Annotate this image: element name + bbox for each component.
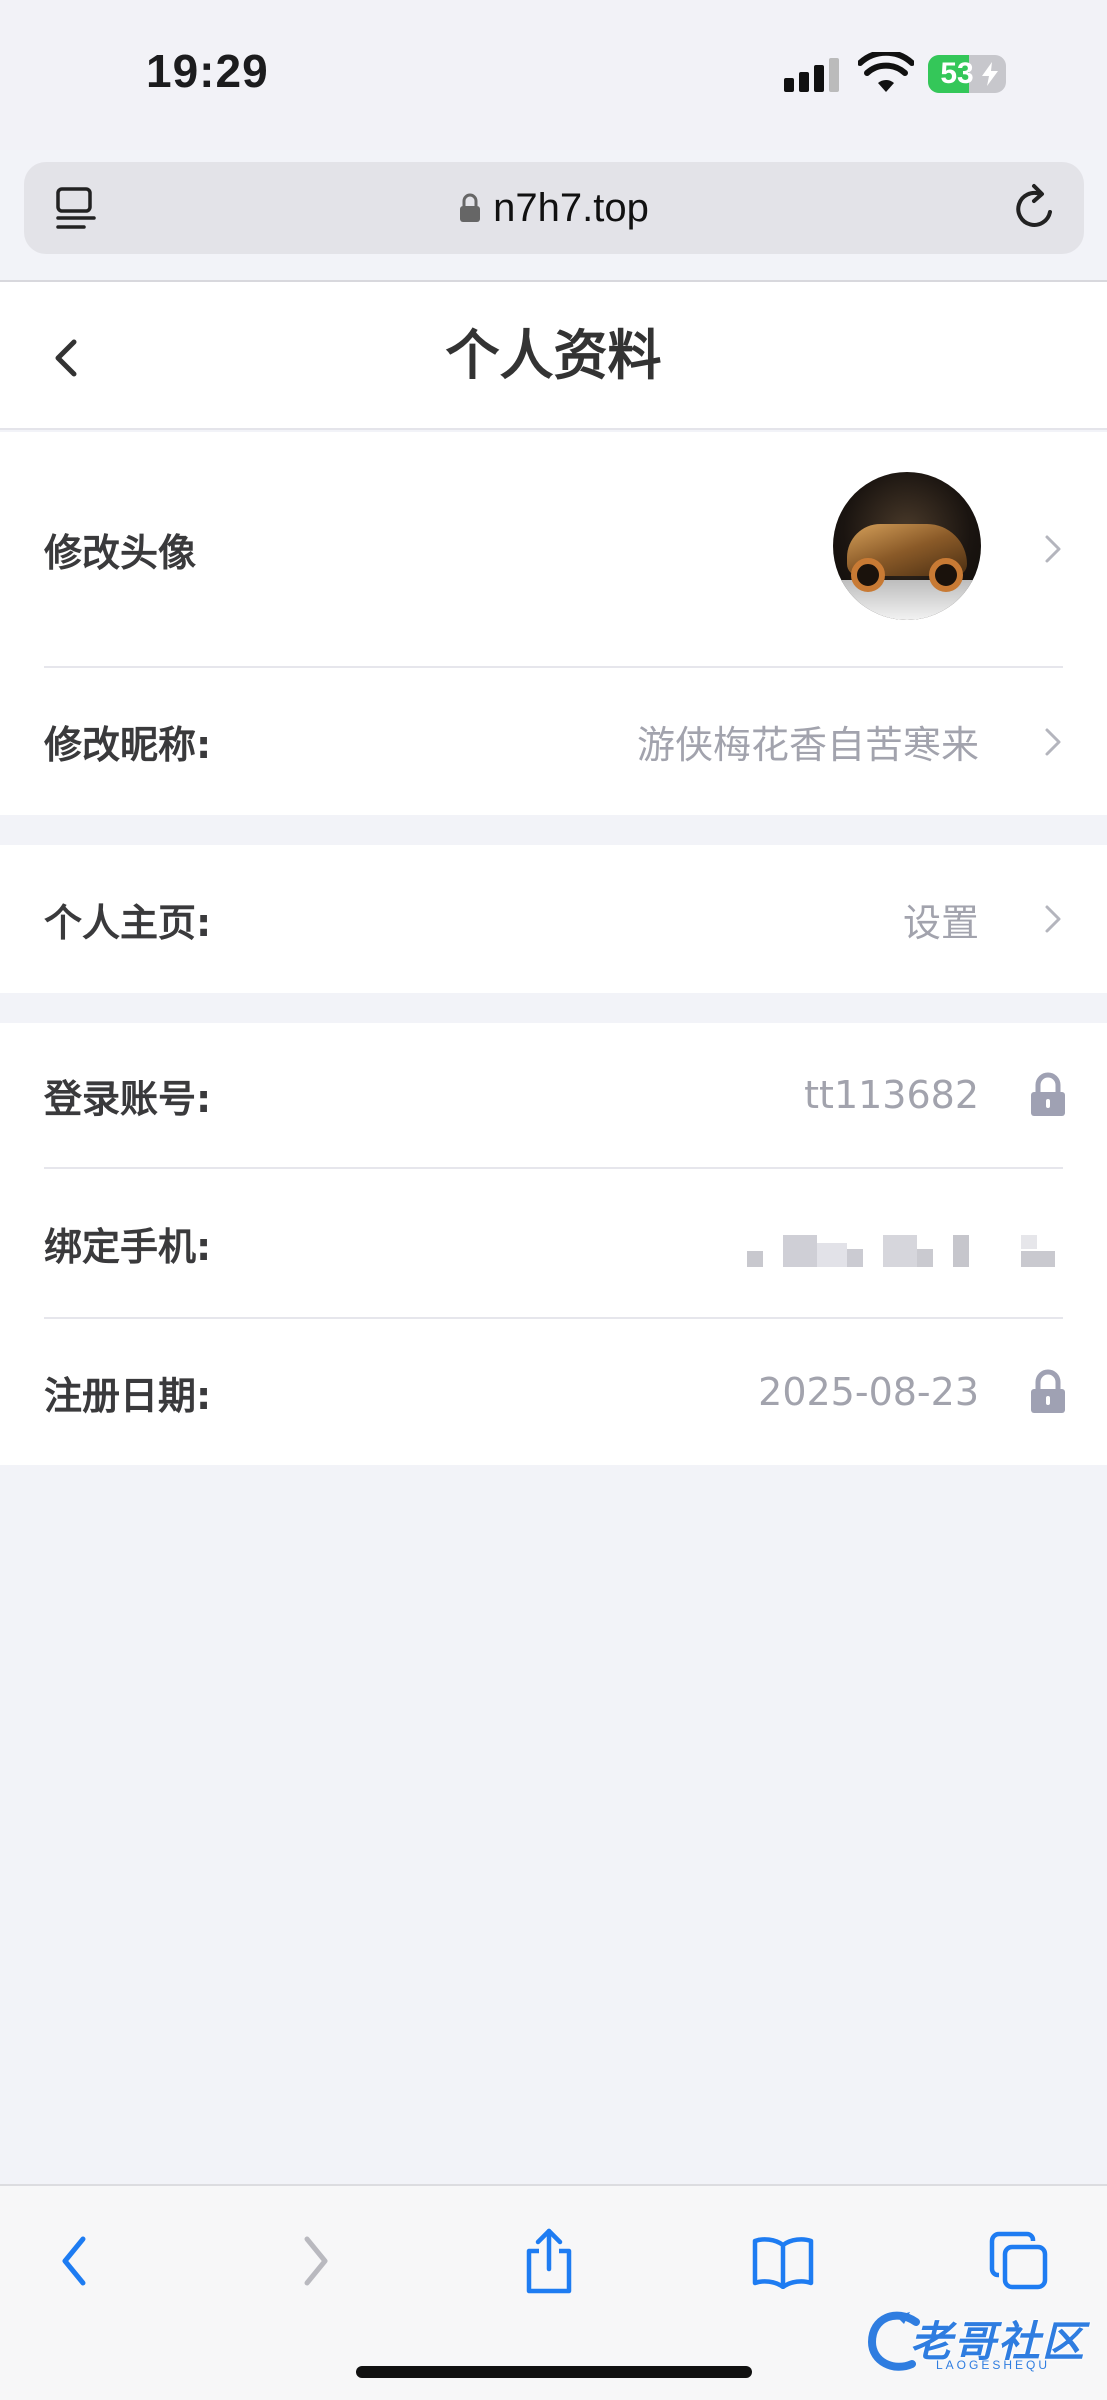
watermark-subtext: LAOGESHEQU [936, 2358, 1051, 2372]
battery-icon: 53 [928, 55, 1006, 93]
chevron-right-icon [1045, 905, 1061, 933]
bound-phone-label: 绑定手机: [44, 1224, 212, 1269]
page-header: 个人资料 [0, 282, 1107, 430]
edit-avatar-row[interactable]: 修改头像 [0, 432, 1107, 666]
edit-nickname-label: 修改昵称: [44, 723, 212, 767]
chevron-right-icon [1045, 535, 1061, 563]
url-text[interactable]: n7h7.top [493, 186, 649, 231]
bookmarks-icon [752, 2237, 814, 2289]
register-date-label: 注册日期: [44, 1373, 212, 1418]
tabs-icon [989, 2231, 1048, 2290]
homepage-row[interactable]: 个人主页: 设置 [0, 845, 1107, 993]
charging-bolt-icon [982, 62, 998, 86]
register-date-row: 注册日期: 2025-08-23 [0, 1319, 1107, 1465]
profile-section-account: 登录账号: tt113682 绑定手机: 注册日期: 2025-08-23 [0, 1023, 1107, 1465]
watermark-logo: 老哥社区 LAOGESHEQU [866, 2306, 1096, 2380]
login-account-label: 登录账号: [44, 1076, 212, 1121]
register-date-value: 2025-08-23 [758, 1370, 979, 1414]
phone-value-redacted [747, 1169, 1067, 1317]
edit-nickname-row[interactable]: 修改昵称: 游侠梅花香自苦寒来 [0, 668, 1107, 815]
login-account-row: 登录账号: tt113682 [0, 1023, 1107, 1167]
avatar[interactable] [833, 472, 981, 620]
bound-phone-row: 绑定手机: [0, 1169, 1107, 1317]
status-time: 19:29 [146, 45, 269, 97]
homepage-label: 个人主页: [44, 900, 212, 945]
home-indicator [356, 2366, 752, 2378]
forward-icon [304, 2236, 328, 2286]
reload-icon[interactable] [1010, 182, 1060, 234]
wifi-icon [858, 52, 914, 92]
profile-section-basic: 修改头像 修改昵称: 游侠梅花香自苦寒来 [0, 432, 1107, 815]
battery-percent: 53 [940, 57, 974, 90]
profile-section-homepage: 个人主页: 设置 [0, 845, 1107, 993]
lock-icon [1031, 1072, 1065, 1116]
browser-forward-button[interactable] [280, 2226, 350, 2296]
lock-icon [1031, 1369, 1065, 1413]
bookmarks-button[interactable] [748, 2226, 818, 2296]
nickname-value: 游侠梅花香自苦寒来 [636, 723, 979, 767]
status-bar: 19:29 53 [0, 0, 1107, 150]
chevron-right-icon [1045, 728, 1061, 756]
login-account-value: tt113682 [804, 1073, 979, 1117]
browser-back-button[interactable] [40, 2226, 110, 2296]
address-bar[interactable]: n7h7.top [24, 162, 1084, 254]
edit-avatar-label: 修改头像 [44, 530, 197, 575]
share-button[interactable] [514, 2226, 584, 2296]
lock-icon [460, 193, 481, 222]
tabs-button[interactable] [984, 2226, 1054, 2296]
cellular-signal-icon [784, 58, 842, 92]
share-icon [526, 2228, 572, 2294]
page-title: 个人资料 [445, 324, 662, 387]
back-icon [62, 2236, 86, 2286]
homepage-value: 设置 [902, 900, 979, 945]
